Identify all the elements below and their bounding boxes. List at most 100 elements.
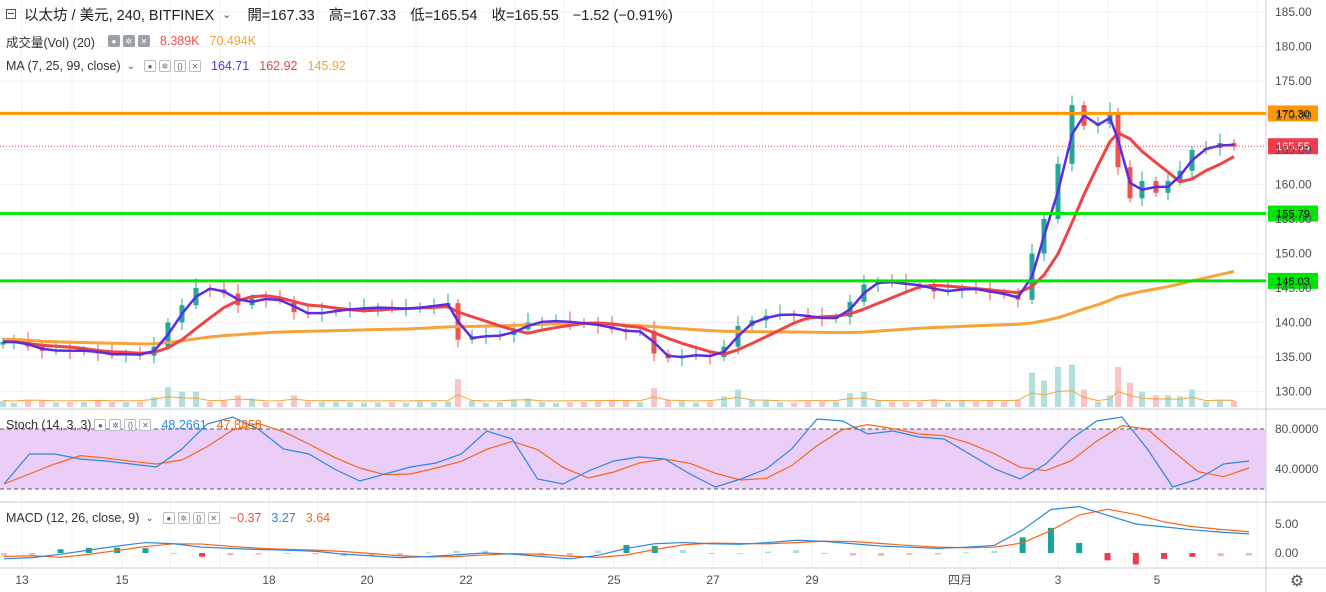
volume-bar — [609, 400, 615, 407]
eye-icon[interactable]: ● — [107, 35, 120, 47]
macd-histogram-bar — [680, 550, 687, 553]
volume-bar — [455, 379, 461, 407]
symbol-label[interactable]: 以太坊 / 美元, 240, BITFINEX — [24, 4, 214, 25]
volume-bar — [553, 403, 559, 407]
volume-label[interactable]: 成交量(Vol) (20) — [6, 32, 95, 51]
macd-tick-label: 0.00 — [1275, 546, 1299, 560]
eye-icon[interactable]: ● — [94, 419, 107, 431]
macd-histogram-bar — [906, 553, 913, 555]
volume-bar — [679, 401, 685, 407]
volume-bar — [973, 401, 979, 407]
volume-bar — [945, 402, 951, 407]
stoch-label[interactable]: Stoch (14, 3, 3) — [6, 418, 91, 432]
volume-bar — [469, 400, 475, 407]
source-icon[interactable]: {} — [124, 419, 137, 431]
macd-histogram-bar — [425, 552, 432, 554]
source-icon[interactable]: {} — [192, 512, 205, 524]
collapse-icon[interactable] — [6, 9, 16, 19]
gear-icon[interactable]: ✲ — [109, 419, 122, 431]
close-icon[interactable]: ✕ — [189, 60, 202, 72]
volume-bar — [403, 403, 409, 407]
settings-gear-icon[interactable]: ⚙ — [1290, 571, 1304, 590]
price-tick-label: 160.00 — [1275, 178, 1312, 192]
close-icon[interactable]: ✕ — [207, 512, 220, 524]
chevron-down-icon[interactable]: ⌄ — [222, 8, 231, 21]
volume-bar — [1153, 395, 1159, 407]
macd-label[interactable]: MACD (12, 26, close, 9) — [6, 511, 139, 525]
source-icon[interactable]: {} — [174, 60, 187, 72]
time-axis-label: 27 — [706, 573, 720, 587]
eye-icon[interactable]: ● — [144, 60, 157, 72]
time-axis-label: 22 — [459, 573, 473, 587]
volume-bar — [497, 402, 503, 407]
volume-bar — [539, 402, 545, 407]
time-axis-label: 15 — [115, 573, 129, 587]
gear-icon[interactable]: ✲ — [159, 60, 172, 72]
macd-histogram-bar — [1104, 553, 1111, 561]
volume-bar — [137, 401, 143, 407]
volume-bar — [319, 401, 325, 407]
time-axis-label: 18 — [262, 573, 276, 587]
time-axis-label: 四月 — [948, 573, 972, 587]
volume-bar — [235, 395, 241, 407]
macd-tick-label: 5.00 — [1275, 517, 1299, 531]
macd-histogram-bar — [708, 553, 715, 554]
price-tick-label: 135.00 — [1275, 350, 1312, 364]
volume-bar — [1217, 399, 1223, 407]
macd-histogram-bar — [991, 550, 998, 553]
time-axis-label: 29 — [805, 573, 819, 587]
volume-bar — [179, 391, 185, 407]
volume-bar — [595, 401, 601, 407]
close-icon[interactable]: ✕ — [137, 35, 150, 47]
volume-bar — [375, 402, 381, 407]
chevron-down-icon[interactable]: ⌄ — [145, 513, 153, 524]
macd-histogram-bar — [1217, 553, 1224, 557]
volume-bar — [445, 401, 451, 407]
volume-bar — [721, 396, 727, 407]
ma7-value: 164.71 — [211, 59, 250, 73]
eye-icon[interactable]: ● — [162, 512, 175, 524]
close-value: 收=165.55 — [491, 7, 559, 24]
stoch-tick-label: 80.0000 — [1275, 422, 1319, 436]
stoch-legend: Stoch (14, 3, 3) ● ✲ {} ✕ 48.2661 47.885… — [6, 415, 262, 435]
volume-bar — [861, 391, 867, 407]
gear-icon[interactable]: ✲ — [177, 512, 190, 524]
volume-bar — [361, 402, 367, 407]
macd-histogram-bar — [764, 551, 771, 553]
price-tick-label: 185.00 — [1275, 5, 1312, 19]
stoch-tick-label: 40.0000 — [1275, 462, 1319, 476]
volume-bar — [123, 402, 129, 407]
macd-histogram-bar — [793, 550, 800, 553]
volume-bar — [347, 402, 353, 407]
volume-value-2: 70.494K — [209, 34, 257, 48]
macd-histogram-bar — [595, 550, 602, 553]
volume-value-1: 8.389K — [159, 34, 200, 48]
volume-bar — [95, 400, 101, 407]
volume-bar — [847, 393, 853, 407]
price-tick-label: 165.00 — [1275, 143, 1312, 157]
price-tick-label: 140.00 — [1275, 316, 1312, 330]
volume-bar — [875, 400, 881, 407]
volume-bar — [1139, 391, 1145, 407]
volume-bar — [53, 402, 59, 407]
volume-bar — [1095, 401, 1101, 407]
price-tick-label: 180.00 — [1275, 40, 1312, 54]
stoch-k-value: 48.2661 — [161, 418, 207, 432]
volume-bar — [665, 399, 671, 407]
ma-label[interactable]: MA (7, 25, 99, close) — [6, 59, 121, 73]
chart-canvas[interactable]: 170.30155.79146.03165.55185.00180.00175.… — [0, 0, 1326, 592]
macd-histogram-bar — [736, 553, 743, 554]
macd-histogram-bar — [963, 552, 970, 554]
macd-hist-value: −0.37 — [229, 511, 262, 525]
volume-bar — [1203, 401, 1209, 407]
price-tick-label: 145.00 — [1275, 281, 1312, 295]
gear-icon[interactable]: ✲ — [122, 35, 135, 47]
ma25-line — [3, 131, 1235, 356]
volume-bar — [431, 402, 437, 407]
close-icon[interactable]: ✕ — [139, 419, 152, 431]
chevron-down-icon[interactable]: ⌄ — [127, 61, 135, 72]
macd-histogram-bar — [29, 553, 36, 556]
volume-bar — [791, 402, 797, 407]
volume-bar — [777, 402, 783, 407]
macd-legend: MACD (12, 26, close, 9) ⌄ ● ✲ {} ✕ −0.37… — [6, 508, 330, 528]
